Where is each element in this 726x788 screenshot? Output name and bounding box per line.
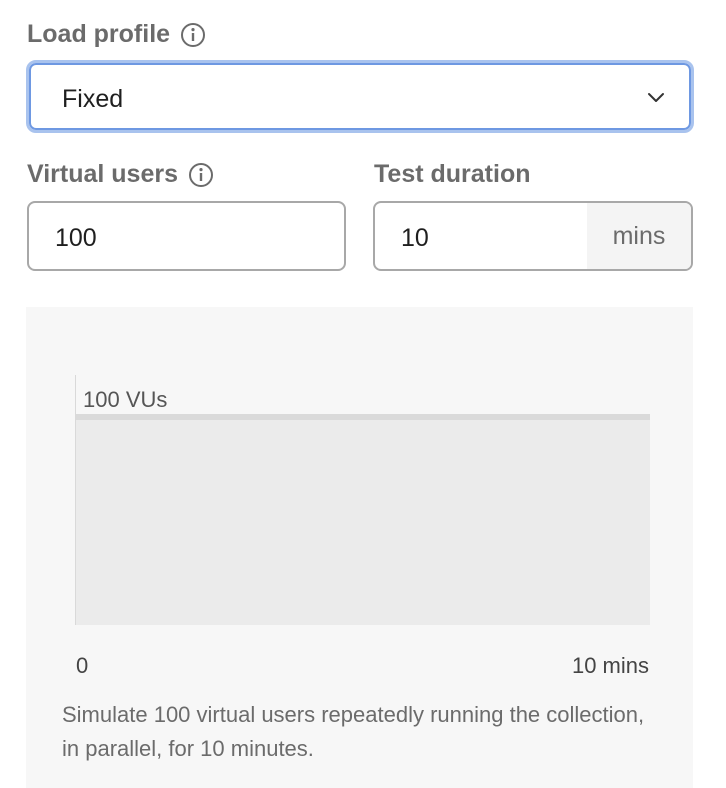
load-config-form: Load profile Fixed Virtual users Test du… <box>0 0 726 788</box>
load-profile-select[interactable]: Fixed <box>26 60 694 133</box>
load-line <box>76 413 650 420</box>
test-duration-label: Test duration <box>374 160 530 189</box>
virtual-users-input[interactable]: 100 <box>27 201 346 271</box>
load-chart: 100 VUs <box>75 375 650 625</box>
duration-unit-suffix: mins <box>587 203 691 269</box>
test-duration-input[interactable]: 10 mins <box>373 201 693 271</box>
load-profile-selected-value: Fixed <box>62 85 124 113</box>
chevron-down-icon <box>645 86 667 108</box>
test-duration-label-text: Test duration <box>374 160 531 188</box>
virtual-users-label: Virtual users <box>27 160 214 189</box>
test-duration-value: 10 <box>401 224 429 252</box>
virtual-users-value: 100 <box>55 224 97 252</box>
y-axis <box>75 375 76 625</box>
load-preview-panel: 100 VUs 0 10 mins Simulate 100 virtual u… <box>26 307 693 788</box>
x-tick-start: 0 <box>76 653 89 678</box>
load-description: Simulate 100 virtual users repeatedly ru… <box>62 702 645 761</box>
info-icon[interactable] <box>188 162 214 188</box>
vu-annotation: 100 VUs <box>83 387 168 412</box>
info-icon[interactable] <box>180 22 206 48</box>
load-profile-label-text: Load profile <box>27 20 171 48</box>
load-area <box>76 416 650 625</box>
load-profile-label: Load profile <box>27 20 206 49</box>
x-tick-end: 10 mins <box>571 653 649 678</box>
virtual-users-label-text: Virtual users <box>27 160 179 188</box>
